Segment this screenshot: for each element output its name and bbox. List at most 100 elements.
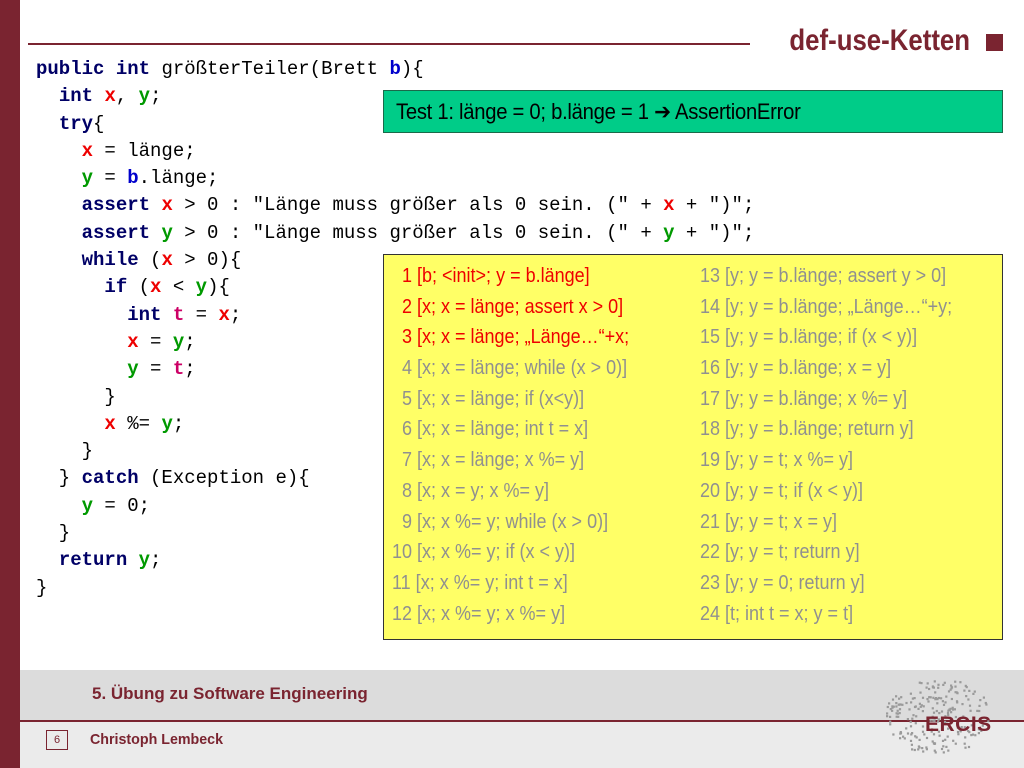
code-token: (Exception e){ (138, 467, 310, 490)
logo-dot (925, 746, 928, 749)
code-token: return (58, 549, 128, 572)
logo-dot (936, 702, 939, 705)
logo-dot (973, 690, 976, 693)
logo-dot (954, 742, 957, 745)
logo-dot (906, 732, 910, 735)
logo-dot (898, 708, 902, 711)
logo-dot (918, 738, 921, 741)
title-rule (28, 43, 750, 45)
code-token: x (150, 276, 162, 299)
code-token: while (81, 249, 139, 272)
logo-dot (921, 725, 925, 728)
logo-dot (911, 717, 914, 720)
logo-dot (914, 735, 917, 738)
logo-dot (949, 707, 952, 710)
code-token: t (172, 303, 185, 326)
code-token: .länge; (138, 167, 219, 190)
logo-dot (931, 686, 935, 689)
logo-dot (889, 720, 892, 723)
logo-dot (905, 701, 908, 705)
logo-dot (906, 718, 909, 721)
logo-dot (942, 683, 945, 686)
logo-dot (933, 680, 936, 683)
logo-dot (922, 705, 925, 708)
logo-dot (934, 691, 937, 694)
logo-dot (891, 705, 894, 708)
logo-dot (945, 745, 948, 748)
logo-dot (940, 747, 944, 751)
chain-item: 6 [x; x = länge; int t = x] (392, 418, 589, 441)
code-token: ; (172, 412, 185, 435)
code-token: int (58, 85, 94, 108)
chain-column-left: 1 [b; <init>; y = b.länge] 2 [x; x = län… (392, 261, 697, 629)
chain-item: 5 [x; x = länge; if (x<y)] (392, 387, 585, 410)
page-number: 6 (46, 730, 68, 750)
logo-dot (967, 745, 971, 749)
logo-dot (892, 733, 895, 736)
logo-dot (911, 697, 914, 700)
logo-dot (976, 709, 979, 712)
logo-dot (942, 703, 946, 706)
logo-dot (954, 685, 957, 688)
code-token: b (389, 58, 401, 80)
code-token: = (93, 167, 128, 190)
logo-dot (909, 692, 912, 695)
logo-dot (950, 684, 953, 687)
logo-dot (929, 696, 932, 699)
logo-dot (913, 748, 916, 752)
test-case-box: Test 1: länge = 0; b.länge = 1 ➔ Asserti… (383, 90, 1003, 133)
logo-dot (886, 715, 889, 718)
code-token: try (58, 112, 94, 135)
ercis-logo: ERCIS (925, 713, 992, 736)
code-token: } (36, 385, 116, 408)
logo-dot (936, 698, 939, 701)
logo-dot (909, 720, 912, 723)
logo-dot (910, 701, 913, 704)
code-token: x (161, 249, 173, 272)
slide-title: def-use-Ketten (789, 24, 970, 57)
code-token: < (161, 276, 196, 299)
logo-dot (896, 709, 899, 712)
code-line: x = länge; (36, 138, 754, 165)
code-token: y (138, 549, 151, 572)
logo-dot (954, 691, 957, 694)
code-token: = länge; (93, 139, 196, 162)
code-token: ( (127, 276, 151, 299)
chain-column-right: 13 [y; y = b.länge; assert y > 0] 14 [y; … (700, 261, 1000, 629)
chain-item: 13 [y; y = b.länge; assert y > 0] (700, 265, 947, 287)
code-token: y (127, 358, 139, 381)
logo-dot (965, 686, 968, 689)
logo-dot (944, 738, 947, 741)
logo-dot (968, 689, 971, 692)
logo-dot (886, 705, 889, 709)
code-token: x (218, 303, 230, 326)
logo-dot (931, 707, 934, 710)
code-token: y (81, 167, 94, 190)
code-token: > 0 : "Länge muss größer als 0 sein. (" … (172, 194, 664, 217)
code-token: ){ (400, 58, 424, 80)
code-token: = 0; (93, 494, 151, 517)
code-token: ; (229, 303, 242, 326)
logo-dot (956, 701, 959, 704)
logo-dot (963, 689, 966, 692)
logo-dot (889, 715, 892, 718)
chain-item: 21 [y; y = t; x = y] (700, 510, 838, 533)
code-token: ; (184, 358, 196, 381)
logo-dot (920, 682, 923, 685)
code-token: x (104, 85, 116, 108)
code-token: > 0 : "Länge muss größer als 0 sein. (" … (172, 221, 664, 244)
chain-item: 14 [y; y = b.länge; „Länge…“+y; (700, 295, 953, 318)
logo-dot (914, 722, 917, 725)
logo-dot (942, 745, 945, 748)
logo-dot (895, 715, 898, 718)
